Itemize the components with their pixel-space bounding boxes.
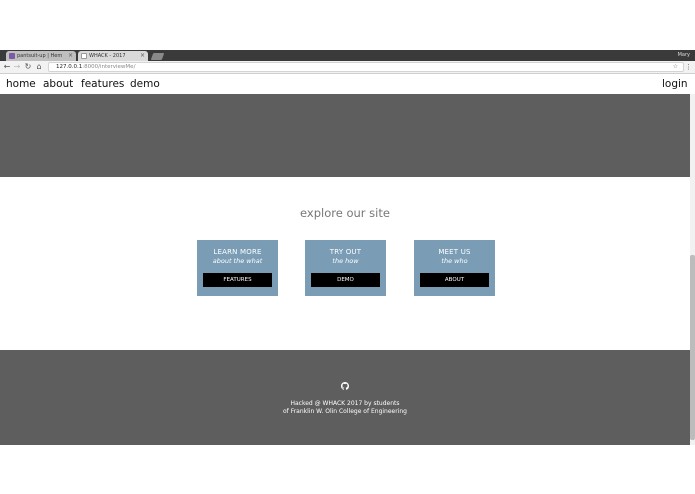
nav-about-link[interactable]: about — [43, 78, 73, 91]
card-title: TRY OUT — [329, 248, 362, 256]
screen: pantsuit-up | Hem × WHACK - 2017 × Mary … — [0, 0, 695, 494]
tab-label: WHACK - 2017 — [89, 53, 126, 59]
footer-credit-line: Hacked @ WHACK 2017 by students — [290, 400, 400, 407]
reload-icon[interactable]: ↻ — [23, 62, 33, 72]
nav-features-link[interactable]: features — [81, 78, 124, 91]
browser-user-name[interactable]: Mary — [678, 51, 690, 59]
browser-menu-icon[interactable]: ⋮ — [685, 62, 692, 72]
card-title: LEARN MORE — [213, 248, 262, 256]
nav-home-link[interactable]: home — [6, 78, 36, 91]
github-icon[interactable] — [341, 382, 349, 390]
nav-demo-link[interactable]: demo — [130, 78, 160, 91]
features-button[interactable]: FEATURES — [203, 273, 272, 287]
footer: Hacked @ WHACK 2017 by students of Frank… — [0, 350, 690, 445]
url-host: 127.0.0.1 — [56, 64, 83, 70]
scrollbar-thumb[interactable] — [690, 255, 695, 440]
browser-tab-whack[interactable]: WHACK - 2017 × — [78, 51, 148, 61]
card-try-out: TRY OUT the how DEMO — [305, 240, 386, 296]
back-arrow-icon[interactable]: ← — [2, 62, 12, 72]
site-navbar: home about features demo login — [0, 75, 695, 94]
card-meet-us: MEET US the who ABOUT — [414, 240, 495, 296]
demo-button[interactable]: DEMO — [311, 273, 380, 287]
address-bar[interactable]: 127.0.0.1:8000/interviewMe/ ☆ — [48, 62, 684, 72]
home-icon[interactable]: ⌂ — [34, 62, 44, 72]
card-subtitle: the who — [441, 257, 468, 265]
close-icon[interactable]: × — [140, 51, 145, 61]
card-subtitle: about the what — [212, 257, 263, 265]
tab-label: pantsuit-up | Hem — [17, 53, 63, 59]
about-button[interactable]: ABOUT — [420, 273, 489, 287]
bookmark-star-icon[interactable]: ☆ — [673, 63, 678, 71]
forward-arrow-icon[interactable]: → — [12, 62, 22, 72]
browser-tab-bar: pantsuit-up | Hem × WHACK - 2017 × — [0, 50, 695, 61]
explore-heading: explore our site — [300, 206, 390, 220]
hero-banner — [0, 94, 690, 177]
close-icon[interactable]: × — [68, 51, 73, 61]
nav-login-link[interactable]: login — [662, 78, 688, 91]
card-title: MEET US — [438, 248, 471, 256]
browser-toolbar: ← → ↻ ⌂ 127.0.0.1:8000/interviewMe/ ☆ ⋮ — [0, 61, 695, 74]
new-tab-button[interactable] — [150, 53, 165, 60]
page-icon — [81, 53, 87, 59]
favicon-icon — [9, 53, 15, 59]
card-subtitle: the how — [332, 257, 359, 265]
browser-tab-pantsuit[interactable]: pantsuit-up | Hem × — [6, 51, 76, 61]
url-path: :8000/interviewMe/ — [82, 64, 136, 70]
card-learn-more: LEARN MORE about the what FEATURES — [197, 240, 278, 296]
footer-college-line: of Franklin W. Olin College of Engineeri… — [283, 408, 407, 415]
